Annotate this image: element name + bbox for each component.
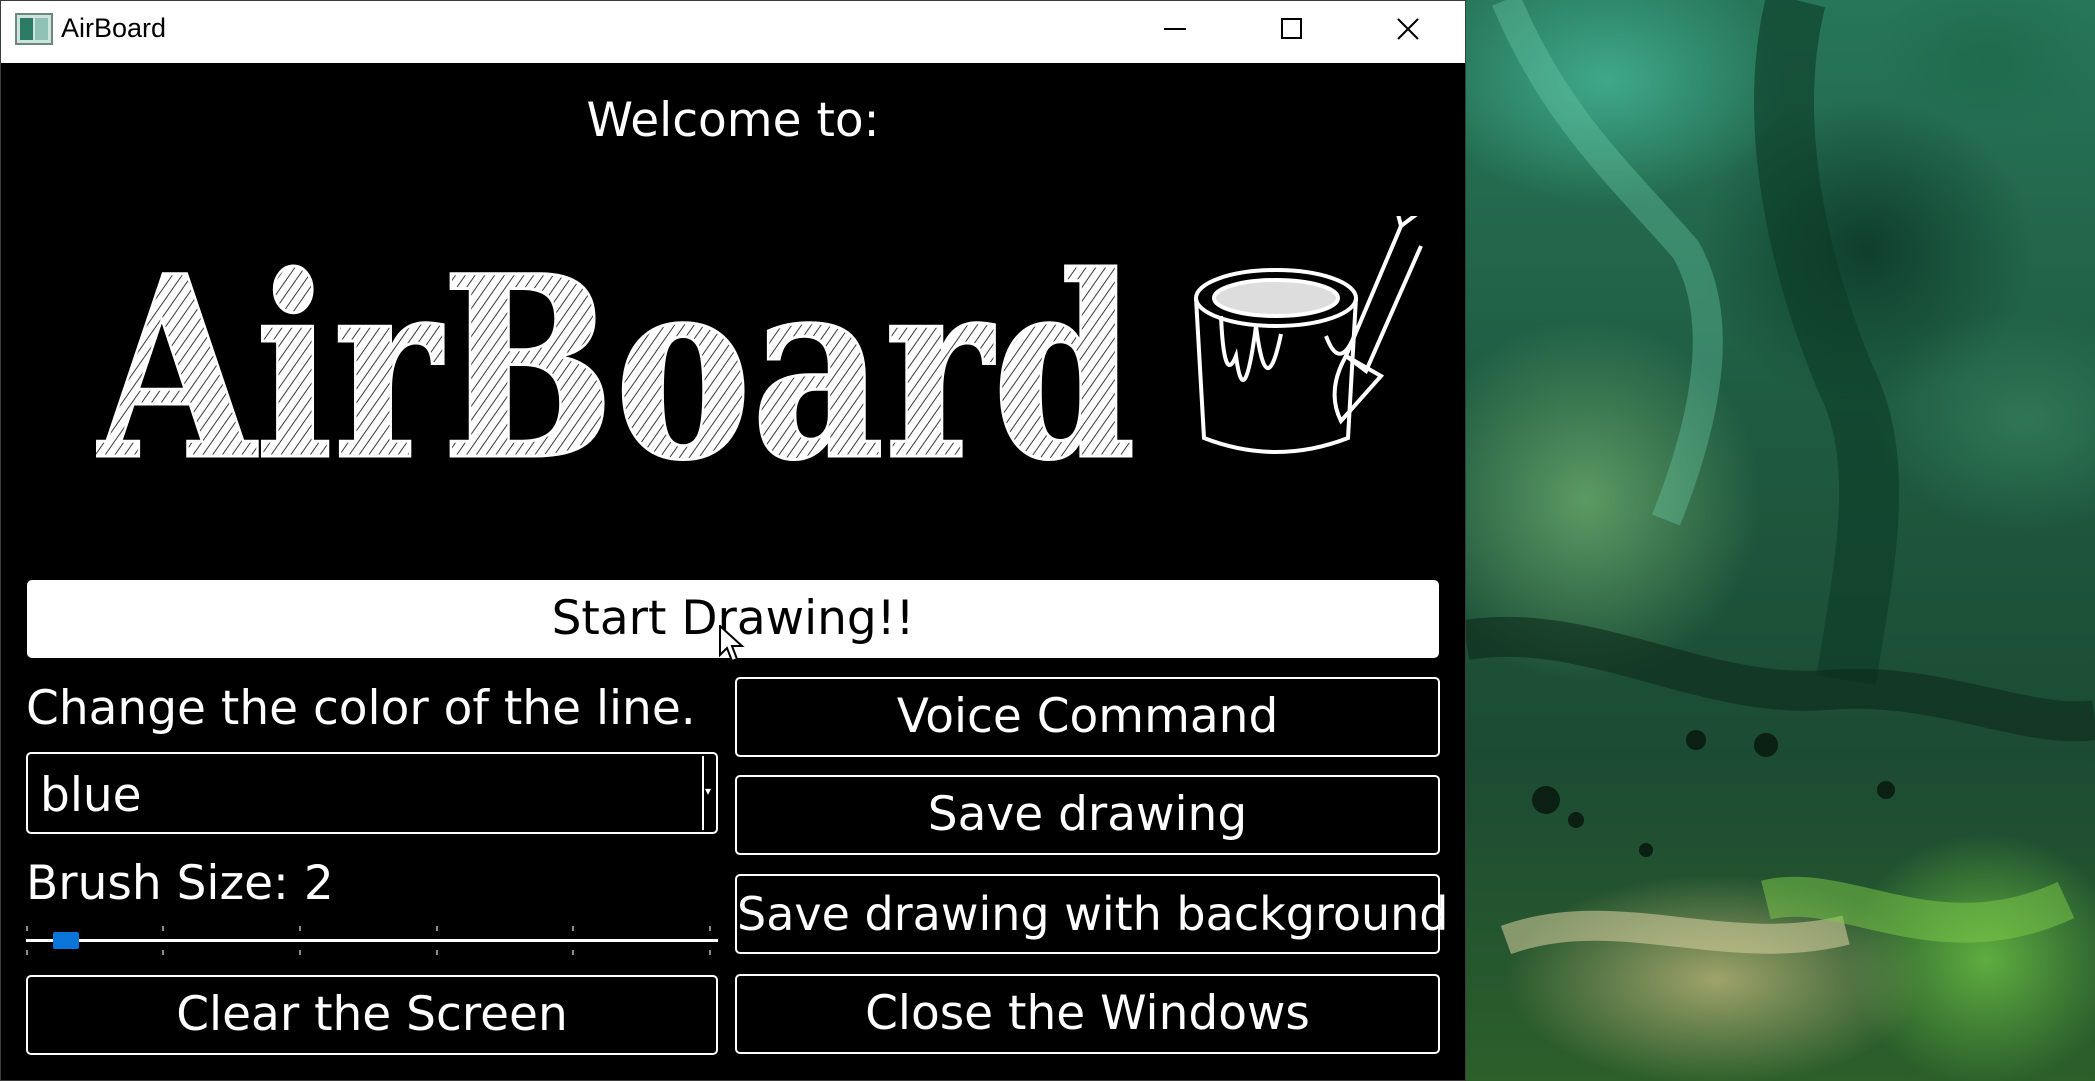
mouse-pointer-icon: [719, 623, 745, 669]
brush-size-slider[interactable]: [26, 926, 718, 956]
slider-track[interactable]: [26, 939, 718, 942]
desktop-background-painting: [1466, 0, 2095, 1081]
slider-tick: [26, 926, 28, 931]
title-bar[interactable]: AirBoard: [1, 1, 1465, 63]
slider-tick: [436, 950, 438, 955]
slider-tick: [436, 926, 438, 931]
slider-tick: [299, 926, 301, 931]
color-select[interactable]: blue ▾: [26, 752, 718, 834]
svg-text:AirBoard: AirBoard: [96, 221, 1136, 476]
slider-tick: [162, 926, 164, 931]
maximize-icon: [1281, 18, 1302, 39]
slider-tick: [26, 950, 28, 955]
dropdown-arrow-icon[interactable]: ▾: [702, 756, 714, 830]
airboard-logo: AirBoard: [93, 172, 1444, 517]
brush-size-label: Brush Size: 2: [26, 856, 334, 911]
window-title: AirBoard: [61, 13, 167, 43]
color-select-value: blue: [40, 768, 142, 823]
slider-tick: [572, 926, 574, 931]
close-icon: [1397, 18, 1419, 40]
close-windows-button[interactable]: Close the Windows: [735, 974, 1440, 1054]
color-label: Change the color of the line.: [26, 681, 696, 736]
minimize-button[interactable]: [1118, 1, 1234, 57]
save-drawing-with-background-button[interactable]: Save drawing with background: [735, 874, 1449, 954]
welcome-heading: Welcome to:: [586, 93, 880, 148]
app-icon: [15, 13, 53, 45]
save-drawing-button[interactable]: Save drawing: [735, 775, 1440, 855]
slider-tick: [162, 950, 164, 955]
voice-command-button[interactable]: Voice Command: [735, 677, 1440, 757]
airboard-window: AirBoard Welcome to: AirBoard Start Draw…: [0, 0, 1466, 1081]
slider-tick: [709, 926, 711, 931]
slider-tick: [299, 950, 301, 955]
clear-screen-button[interactable]: Clear the Screen: [26, 975, 718, 1055]
maximize-button[interactable]: [1234, 1, 1350, 57]
slider-thumb[interactable]: [53, 932, 79, 949]
slider-tick: [709, 950, 711, 955]
slider-tick: [572, 950, 574, 955]
minimize-icon: [1164, 28, 1186, 30]
close-window-button[interactable]: [1350, 1, 1466, 57]
